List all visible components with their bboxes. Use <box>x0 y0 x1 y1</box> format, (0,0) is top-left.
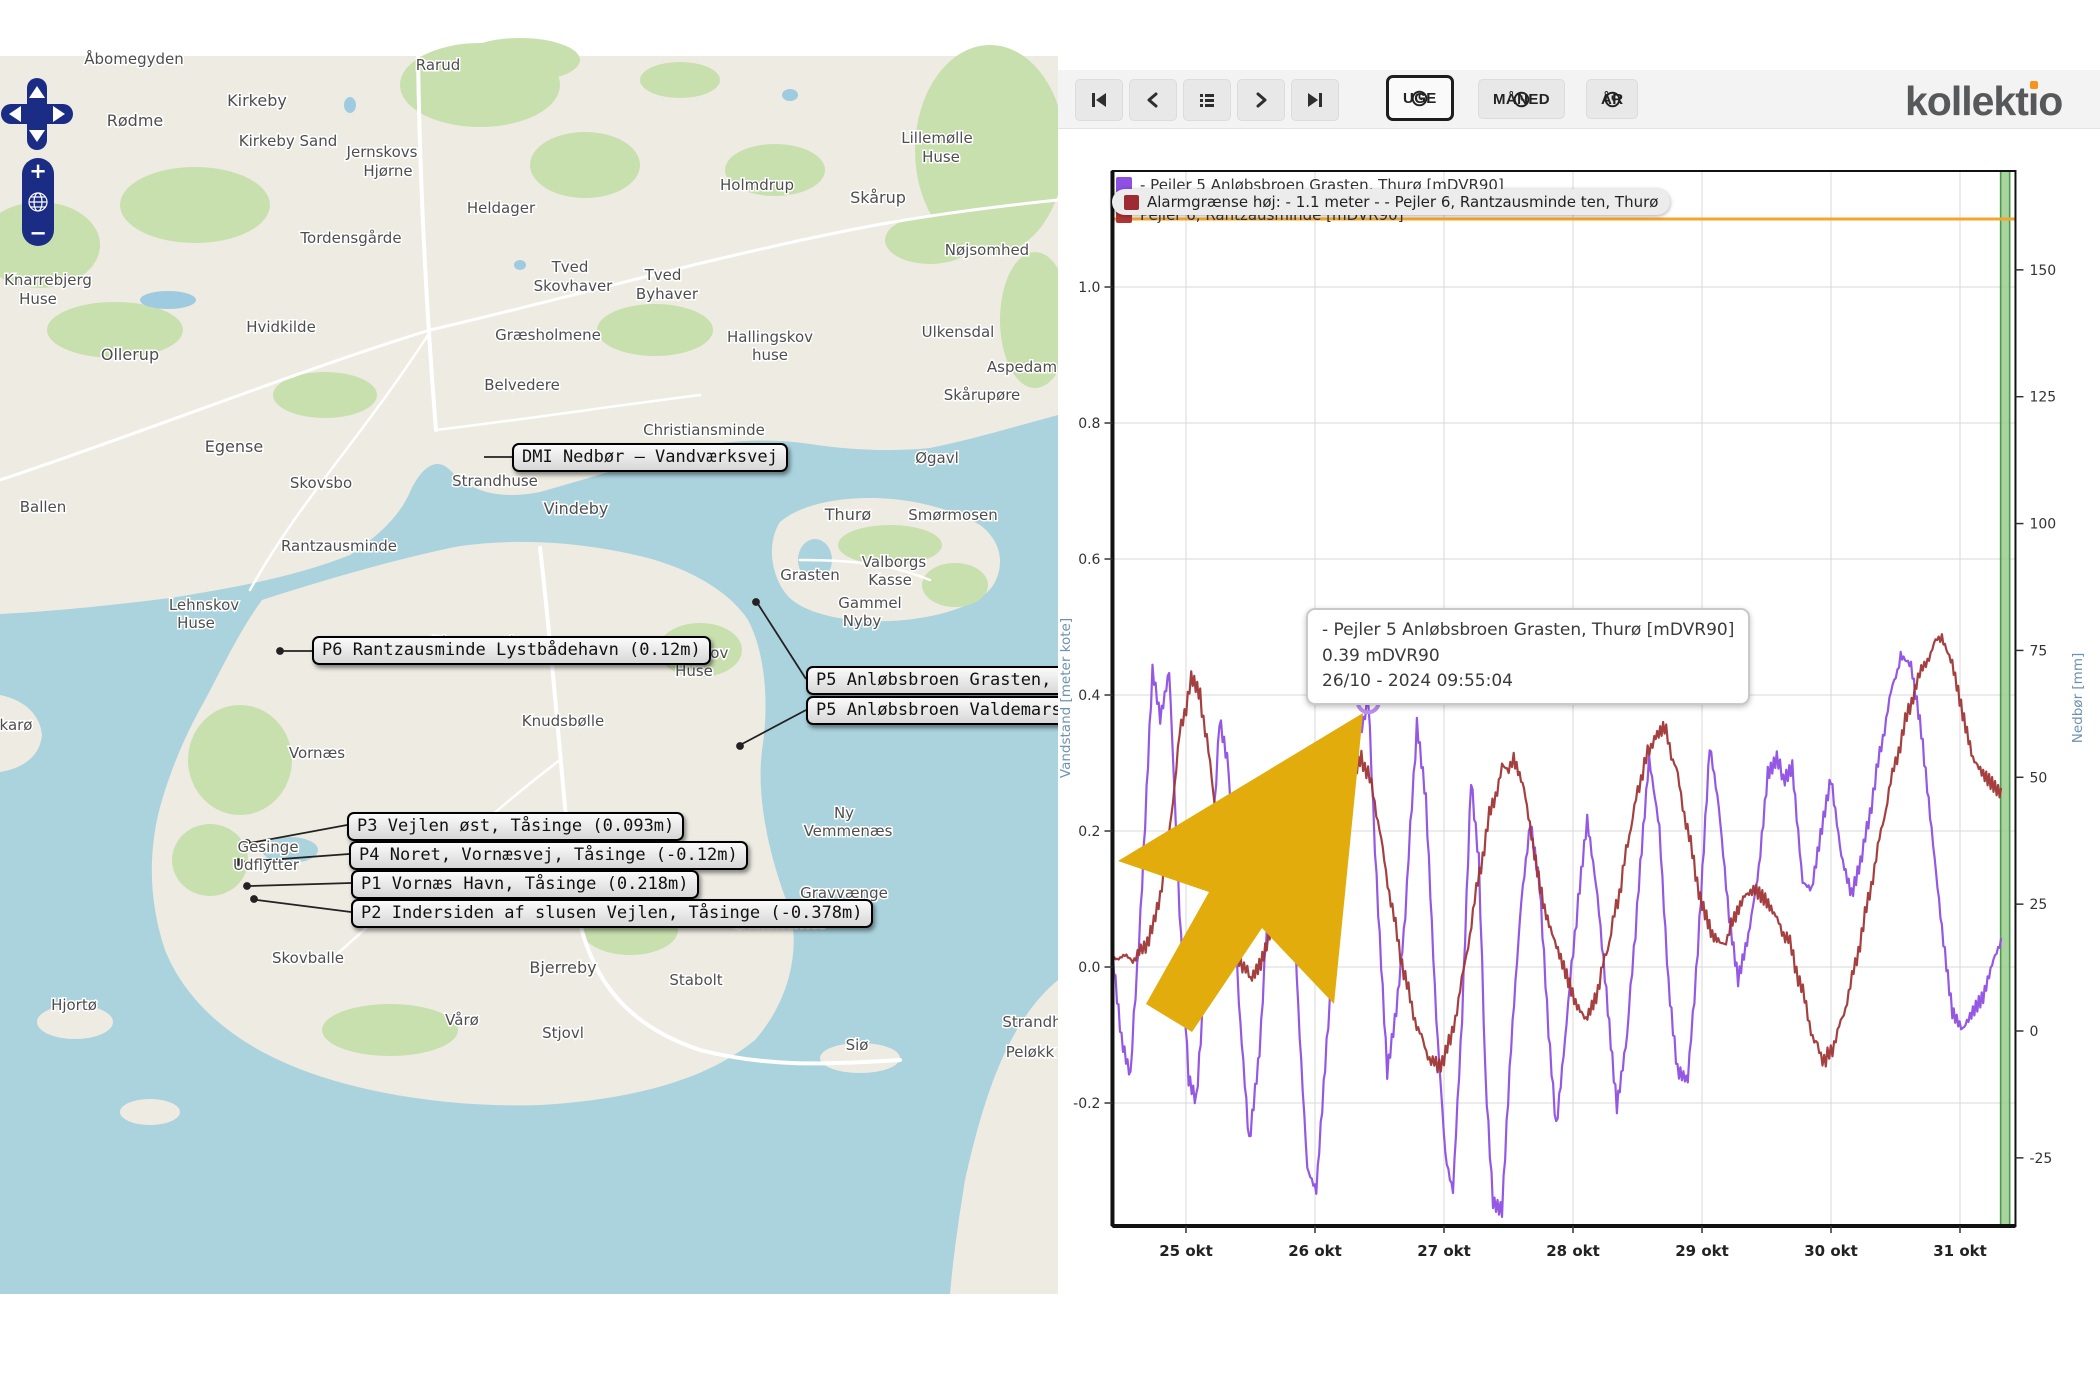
station-label[interactable]: P5 Anløbsbroen Grasten, T <box>806 666 1058 695</box>
svg-text:125: 125 <box>2029 390 2056 406</box>
chevron-left-icon <box>1144 91 1162 109</box>
clock-icon <box>1411 90 1428 107</box>
y-axis-label-right: Nedbør [mm] <box>2070 653 2086 743</box>
clock-icon <box>1513 91 1530 108</box>
skip-start-icon <box>1090 91 1108 109</box>
svg-text:0: 0 <box>2029 1024 2038 1040</box>
tooltip-timestamp: 26/10 - 2024 09:55:04 <box>1322 669 1734 695</box>
list-icon <box>1198 91 1216 109</box>
kollektio-logo: kollektıo <box>1905 78 2062 125</box>
svg-text:-25: -25 <box>2029 1151 2052 1167</box>
svg-text:29 okt: 29 okt <box>1675 1242 1729 1260</box>
clock-icon <box>1604 91 1621 108</box>
nav-first-button[interactable] <box>1075 79 1123 121</box>
station-label[interactable]: DMI Nedbør – Vandværksvej <box>512 443 788 472</box>
svg-text:150: 150 <box>2029 263 2056 279</box>
svg-text:0.6: 0.6 <box>1078 552 1100 568</box>
nav-last-button[interactable] <box>1291 79 1339 121</box>
app-window: ÅbomegydenRarudKirkebyRødmeKirkeby SandJ… <box>0 0 2100 1400</box>
svg-text:25 okt: 25 okt <box>1159 1242 1213 1260</box>
svg-text:0.2: 0.2 <box>1078 824 1100 840</box>
svg-text:0.4: 0.4 <box>1078 688 1100 704</box>
station-label[interactable]: P4 Noret, Vornæsvej, Tåsinge (-0.12m) <box>349 841 748 870</box>
station-label[interactable]: P2 Indersiden af slusen Vejlen, Tåsinge … <box>351 899 873 928</box>
svg-text:100: 100 <box>2029 517 2056 533</box>
svg-text:-0.2: -0.2 <box>1073 1096 1100 1112</box>
svg-text:30 okt: 30 okt <box>1804 1242 1858 1260</box>
map-controls: + − <box>0 0 80 260</box>
svg-text:25: 25 <box>2029 897 2047 913</box>
pan-control[interactable] <box>1 78 73 150</box>
svg-text:28 okt: 28 okt <box>1546 1242 1600 1260</box>
legend-label: Alarmgrænse høj: - 1.1 meter - - Pejler … <box>1147 193 1658 211</box>
view-button-måned[interactable]: MÅNED <box>1478 79 1565 119</box>
legend-swatch <box>1124 195 1139 210</box>
station-label[interactable]: P1 Vornæs Havn, Tåsinge (0.218m) <box>351 870 699 899</box>
station-label[interactable]: P6 Rantzausminde Lystbådehavn (0.12m) <box>312 636 711 665</box>
zoom-in-button[interactable]: + <box>29 162 47 180</box>
svg-text:1.0: 1.0 <box>1078 280 1100 296</box>
y-axis-label-left: Vandstand [meter kote] <box>1058 618 1074 778</box>
station-label[interactable]: P5 Anløbsbroen Valdemarsl <box>806 696 1058 725</box>
zoom-out-button[interactable]: − <box>29 224 47 242</box>
nav-prev-button[interactable] <box>1129 79 1177 121</box>
tooltip-series-name: - Pejler 5 Anløbsbroen Grasten, Thurø [m… <box>1322 618 1734 644</box>
station-label[interactable]: P3 Vejlen øst, Tåsinge (0.093m) <box>347 812 684 841</box>
svg-text:75: 75 <box>2029 643 2047 659</box>
chart-tooltip: - Pejler 5 Anløbsbroen Grasten, Thurø [m… <box>1306 608 1750 705</box>
svg-text:50: 50 <box>2029 770 2047 786</box>
legend-hover-alarm[interactable]: Alarmgrænse høj: - 1.1 meter - - Pejler … <box>1112 189 1670 215</box>
now-band <box>2001 171 2010 1226</box>
view-button-uge[interactable]: UGE <box>1386 75 1454 121</box>
cursor-arrow <box>1118 713 1363 1032</box>
globe-icon[interactable] <box>27 191 49 213</box>
nav-list-button[interactable] <box>1183 79 1231 121</box>
zoom-control: + − <box>22 158 54 246</box>
chevron-right-icon <box>1252 91 1270 109</box>
skip-end-icon <box>1306 91 1324 109</box>
station-labels: DMI Nedbør – Vandværksvej P6 Rantzausmind… <box>0 0 1058 1294</box>
svg-text:0.0: 0.0 <box>1078 960 1100 976</box>
svg-text:27 okt: 27 okt <box>1417 1242 1471 1260</box>
svg-text:26 okt: 26 okt <box>1288 1242 1342 1260</box>
logo-dot <box>2030 81 2038 89</box>
svg-text:31 okt: 31 okt <box>1933 1242 1987 1260</box>
tooltip-value: 0.39 mDVR90 <box>1322 644 1734 670</box>
chart-tick-labels: 1.0 0.8 0.6 0.4 0.2 0.0 -0.2 150 125 100 75 50 25 0 -2… <box>1073 263 2056 1260</box>
nav-next-button[interactable] <box>1237 79 1285 121</box>
view-button-år[interactable]: ÅR <box>1586 79 1638 119</box>
svg-text:0.8: 0.8 <box>1078 416 1100 432</box>
